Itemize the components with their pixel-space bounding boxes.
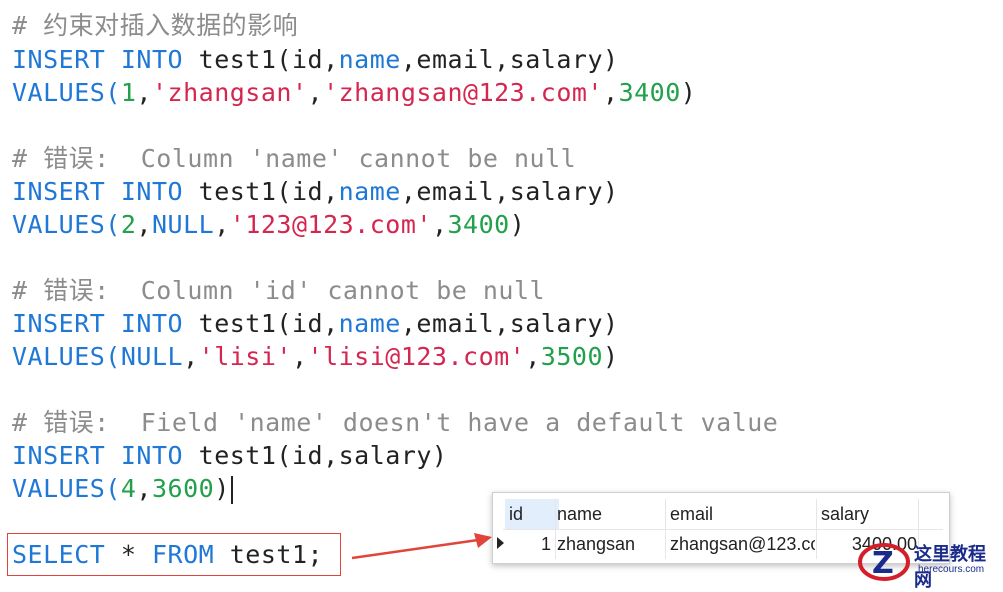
column-rest: ,email,salary) bbox=[400, 45, 619, 74]
close-paren: ) bbox=[603, 342, 619, 371]
values-line: VALUES(2,NULL,'123@123.com',3400) bbox=[12, 208, 525, 241]
keyword-insert: INSERT bbox=[12, 309, 106, 338]
value-number: 3400 bbox=[447, 210, 510, 239]
keyword-into: INTO bbox=[120, 45, 184, 74]
column-header-id[interactable]: id bbox=[505, 499, 559, 529]
comment-line: # 错误: Field 'name' doesn't have a defaul… bbox=[12, 406, 778, 439]
comment-text: # 约束对插入数据的影响 bbox=[12, 11, 299, 40]
keyword-into: INTO bbox=[120, 309, 184, 338]
keyword-insert: INSERT bbox=[12, 441, 106, 470]
separator: , bbox=[214, 210, 230, 239]
value-string: '123@123.com' bbox=[229, 210, 432, 239]
values-line: VALUES(1,'zhangsan','zhangsan@123.com',3… bbox=[12, 76, 696, 109]
separator: , bbox=[307, 78, 324, 107]
separator: , bbox=[525, 342, 541, 371]
arrow-icon bbox=[351, 533, 492, 560]
separator: , bbox=[136, 210, 152, 239]
column-header-salary[interactable]: salary bbox=[821, 499, 921, 529]
column-name: name bbox=[338, 177, 401, 206]
keyword-into: INTO bbox=[120, 441, 184, 470]
table-name: test1( bbox=[198, 309, 292, 338]
separator: , bbox=[291, 342, 308, 371]
logo-letter: Z bbox=[872, 546, 894, 581]
values-line: VALUES(NULL,'lisi','lisi@123.com',3500) bbox=[12, 340, 619, 373]
table-name: test1( bbox=[198, 45, 292, 74]
keyword-values: VALUES( bbox=[12, 78, 121, 107]
value-string: 'lisi@123.com' bbox=[307, 342, 526, 371]
value-string: 'lisi' bbox=[198, 342, 292, 371]
separator: , bbox=[136, 78, 152, 107]
column-header-name[interactable]: name bbox=[557, 499, 662, 529]
column-rest: ,email,salary) bbox=[400, 309, 619, 338]
comment-text: # 错误: Column 'name' cannot be null bbox=[12, 144, 577, 173]
table-name: test1( bbox=[198, 177, 292, 206]
close-paren: ) bbox=[214, 474, 230, 503]
column-header-email[interactable]: email bbox=[670, 499, 810, 529]
text-cursor bbox=[230, 476, 233, 504]
comment-line: # 约束对插入数据的影响 bbox=[12, 9, 298, 42]
separator: , bbox=[136, 474, 152, 503]
value-number: 3400 bbox=[618, 78, 681, 107]
separator: , bbox=[603, 78, 619, 107]
site-watermark: Z 这里教程网 herecours.com bbox=[858, 538, 1003, 591]
keyword-into: INTO bbox=[120, 177, 184, 206]
comment-line: # 错误: Column 'name' cannot be null bbox=[12, 142, 576, 175]
keyword-values: VALUES( bbox=[12, 210, 121, 239]
current-row-icon bbox=[497, 537, 504, 549]
cell-email[interactable]: zhangsan@123.com bbox=[670, 530, 815, 558]
column-rest: ,email,salary) bbox=[400, 177, 619, 206]
keyword-insert: INSERT bbox=[12, 45, 106, 74]
insert-statement-line: INSERT INTO test1(id,name,email,salary) bbox=[12, 43, 619, 76]
value-null: NULL bbox=[120, 342, 184, 371]
column-id: id, bbox=[291, 309, 339, 338]
cell-name[interactable]: zhangsan bbox=[557, 530, 662, 558]
comment-text: # 错误: Column 'id' cannot be null bbox=[12, 276, 546, 305]
table-name: test1(id,salary) bbox=[198, 441, 448, 470]
value-number: 3500 bbox=[540, 342, 604, 371]
comment-line: # 错误: Column 'id' cannot be null bbox=[12, 274, 545, 307]
value-string: 'zhangsan' bbox=[151, 78, 308, 107]
insert-statement-line: INSERT INTO test1(id,name,email,salary) bbox=[12, 175, 619, 208]
values-line: VALUES(4,3600) bbox=[12, 472, 233, 505]
keyword-values: VALUES( bbox=[12, 474, 121, 503]
value-string: 'zhangsan@123.com' bbox=[323, 78, 603, 107]
column-name: name bbox=[338, 45, 401, 74]
value-number: 4 bbox=[120, 474, 137, 503]
value-number: 2 bbox=[120, 210, 137, 239]
column-id: id, bbox=[291, 45, 339, 74]
value-number: 1 bbox=[120, 78, 137, 107]
column-name: name bbox=[338, 309, 401, 338]
comment-text: # 错误: Field 'name' doesn't have a defaul… bbox=[12, 408, 779, 437]
close-paren: ) bbox=[509, 210, 526, 239]
value-null: NULL bbox=[151, 210, 215, 239]
keyword-values: VALUES( bbox=[12, 342, 121, 371]
insert-statement-line: INSERT INTO test1(id,name,email,salary) bbox=[12, 307, 619, 340]
column-id: id, bbox=[291, 177, 339, 206]
insert-statement-line: INSERT INTO test1(id,salary) bbox=[12, 439, 447, 472]
cell-id[interactable]: 1 bbox=[505, 530, 551, 558]
separator: , bbox=[431, 210, 448, 239]
close-paren: ) bbox=[680, 78, 697, 107]
value-number: 3600 bbox=[151, 474, 215, 503]
site-logo-icon: Z bbox=[858, 543, 910, 581]
select-highlight-box bbox=[7, 533, 341, 576]
keyword-insert: INSERT bbox=[12, 177, 106, 206]
watermark-url: herecours.com bbox=[918, 564, 985, 575]
separator: , bbox=[183, 342, 199, 371]
